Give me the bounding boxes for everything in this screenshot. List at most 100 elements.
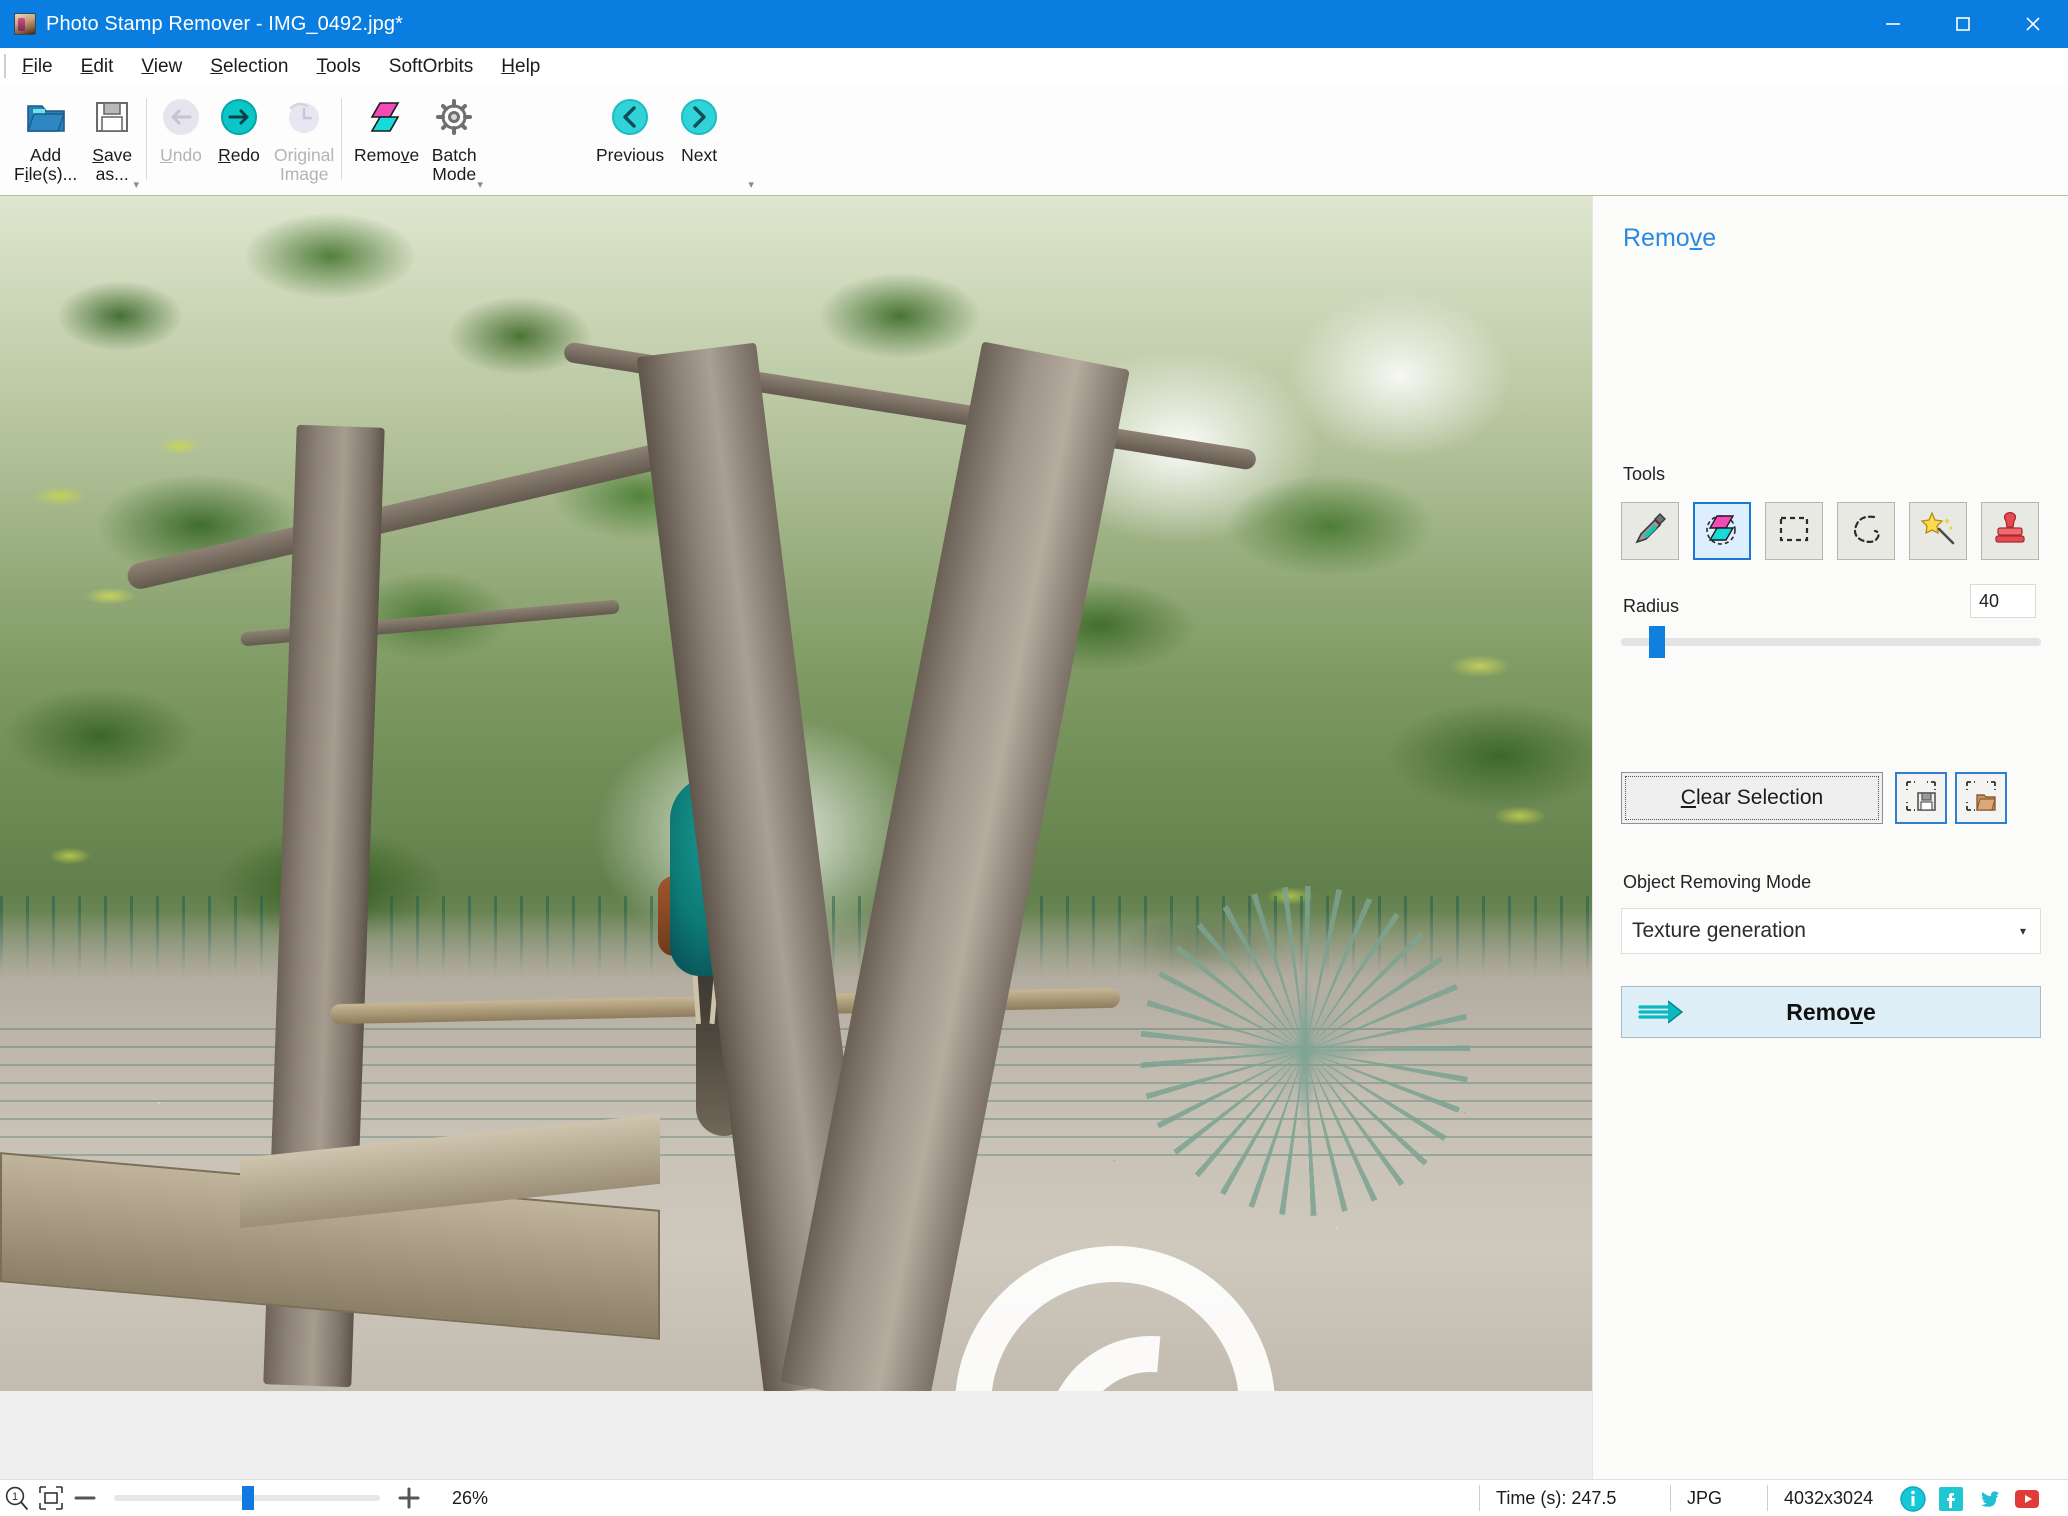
eraser-tool-icon (1703, 510, 1741, 553)
radius-slider-thumb[interactable] (1649, 626, 1665, 658)
save-as-button[interactable]: Save as... (83, 86, 141, 190)
stamp-tool[interactable] (1981, 502, 2039, 560)
menu-item-file[interactable]: File (8, 53, 67, 81)
photo-palm-plant (1140, 886, 1470, 1216)
next-label: Next (681, 145, 718, 165)
tools-label: Tools (1623, 464, 1666, 484)
toolbar-group-history: Undo Redo Original Image (152, 86, 340, 196)
magic-wand-tool[interactable] (1909, 502, 1967, 560)
next-button[interactable]: Next (670, 86, 728, 190)
save-selection-icon (1904, 779, 1938, 818)
zoom-percent-label: 26% (452, 1487, 489, 1508)
remove-action-label: Remove (1786, 998, 1876, 1025)
previous-label: Previous (596, 145, 665, 165)
stamp-tool-icon (1993, 510, 2027, 553)
marker-pen-tool[interactable] (1621, 502, 1679, 560)
menu-item-view[interactable]: View (127, 53, 196, 81)
toolbar-group-file: Add File(s)... Save as... ▾ (8, 86, 141, 196)
toolbar-divider-1 (146, 98, 147, 180)
fit-to-window-icon[interactable] (34, 1483, 68, 1513)
close-button[interactable] (1998, 0, 2068, 48)
zoom-out-icon[interactable] (68, 1483, 102, 1513)
eraser-tool[interactable] (1693, 502, 1751, 560)
remove-toolbar-label: Remove (354, 145, 420, 165)
add-files-label: Add File(s)... (14, 145, 78, 184)
rectangle-select-icon (1777, 512, 1811, 551)
menu-bar: File Edit View Selection Tools SoftOrbit… (0, 48, 2068, 86)
menu-item-selection[interactable]: Selection (196, 53, 302, 81)
focus-outline (1625, 776, 1879, 820)
add-files-button[interactable]: Add File(s)... (8, 86, 83, 190)
menu-item-tools[interactable]: Tools (302, 53, 374, 81)
zoom-actual-size-icon[interactable]: 1 (0, 1483, 34, 1513)
image-canvas-area[interactable] (0, 196, 1592, 1479)
load-selection-icon (1964, 779, 1998, 818)
batch-mode-button[interactable]: Batch Mode (425, 86, 483, 190)
original-image-button[interactable]: Original Image (268, 86, 340, 190)
chevron-left-circle-icon (609, 92, 651, 142)
radius-slider[interactable] (1621, 626, 2041, 658)
toolbar-group-remove: Remove Batch Mode ▾ (348, 86, 483, 196)
batch-mode-label: Batch Mode (431, 145, 477, 184)
zoom-slider-thumb[interactable] (242, 1486, 254, 1510)
remove-action-button[interactable]: Remove (1621, 986, 2041, 1038)
open-folder-icon (25, 92, 67, 142)
application-window: Photo Stamp Remover - IMG_0492.jpg* File… (0, 0, 2068, 1516)
title-bar: Photo Stamp Remover - IMG_0492.jpg* (0, 0, 2068, 48)
remove-group-expander-icon[interactable]: ▾ (473, 180, 487, 194)
magic-wand-icon (1919, 510, 1957, 553)
info-icon[interactable] (1898, 1484, 1928, 1514)
window-controls (1858, 0, 2068, 48)
menu-item-softorbits[interactable]: SoftOrbits (375, 53, 487, 81)
original-image-label: Original Image (274, 145, 335, 184)
maximize-button[interactable] (1928, 0, 1998, 48)
clear-selection-button[interactable]: Clear Selection (1621, 772, 1883, 824)
gear-icon (433, 92, 475, 142)
panel-title: Remove (1623, 224, 1717, 252)
save-selection-button[interactable] (1895, 772, 1947, 824)
social-links (1898, 1484, 2042, 1514)
file-group-expander-icon[interactable]: ▾ (129, 180, 143, 194)
undo-arrow-icon (160, 92, 202, 142)
format-label: JPG (1687, 1487, 1723, 1508)
undo-label: Undo (160, 145, 202, 165)
photo-image[interactable] (0, 196, 1592, 1391)
radius-label: Radius (1623, 596, 1680, 616)
zoom-slider[interactable] (114, 1486, 380, 1510)
redo-button[interactable]: Redo (210, 86, 268, 190)
marker-pen-icon (1631, 510, 1669, 553)
remove-toolbar-button[interactable]: Remove (348, 86, 425, 190)
chevron-right-circle-icon (678, 92, 720, 142)
object-removing-mode-value: Texture generation (1632, 919, 1806, 942)
clock-history-icon (283, 92, 325, 142)
nav-group-expander-icon[interactable]: ▾ (744, 180, 758, 194)
svg-text:1: 1 (12, 1491, 18, 1503)
tool-buttons (1621, 502, 2039, 560)
toolbar-group-navigation: Previous Next ▾ (590, 86, 754, 196)
youtube-icon[interactable] (2012, 1484, 2042, 1514)
redo-arrow-icon (218, 92, 260, 142)
object-removing-mode-label: Object Removing Mode (1623, 872, 1812, 892)
twitter-icon[interactable] (1974, 1484, 2004, 1514)
floppy-disk-icon (93, 92, 131, 142)
object-removing-mode-select[interactable]: Texture generation ▾ (1621, 908, 2041, 954)
save-as-label: Save as... (92, 145, 133, 184)
rectangle-select-tool[interactable] (1765, 502, 1823, 560)
zoom-in-icon[interactable] (392, 1483, 426, 1513)
menu-item-edit[interactable]: Edit (67, 53, 128, 81)
status-bar: 1 26% Time (s): 247.5 JPG 4032x3024 (0, 1479, 2068, 1516)
facebook-icon[interactable] (1936, 1484, 1966, 1514)
chevron-down-icon: ▾ (2019, 924, 2026, 938)
load-selection-button[interactable] (1955, 772, 2007, 824)
minimize-button[interactable] (1858, 0, 1928, 48)
lasso-select-icon (1848, 511, 1884, 552)
time-label: Time (s): 247.5 (1496, 1487, 1617, 1508)
previous-button[interactable]: Previous (590, 86, 670, 190)
menu-item-help[interactable]: Help (487, 53, 554, 81)
app-icon (14, 13, 36, 35)
radius-input[interactable]: 40 (1970, 584, 2036, 618)
toolbar: Add File(s)... Save as... ▾ Undo Redo Or… (0, 86, 2068, 196)
zoom-controls: 1 26% (0, 1483, 522, 1513)
undo-button[interactable]: Undo (152, 86, 210, 190)
lasso-select-tool[interactable] (1837, 502, 1895, 560)
